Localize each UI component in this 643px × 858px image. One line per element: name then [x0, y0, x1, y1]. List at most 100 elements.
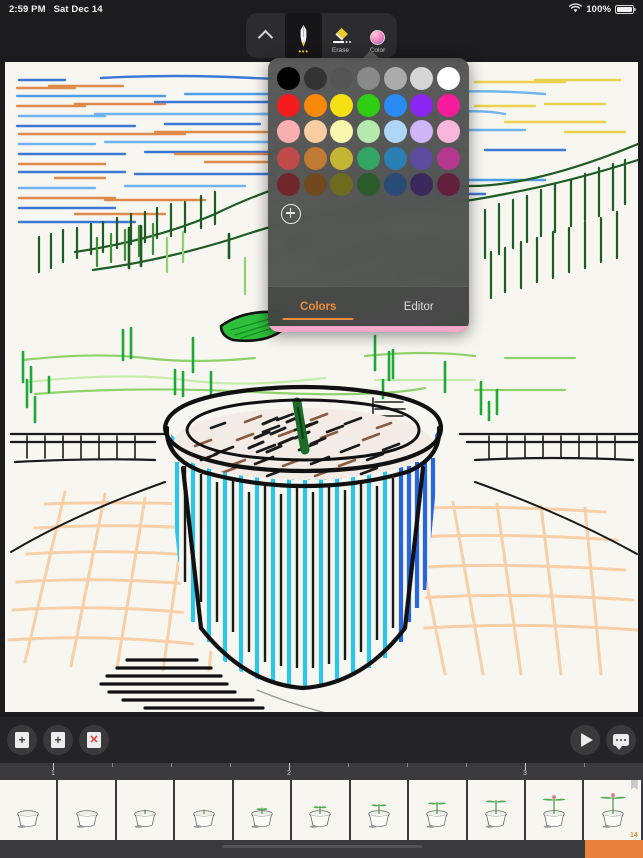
- color-swatch-grid: [268, 58, 469, 286]
- swatch-row: [277, 146, 460, 170]
- color-swatch[interactable]: [330, 146, 354, 170]
- color-swatch[interactable]: [436, 120, 460, 143]
- color-swatch[interactable]: [436, 93, 460, 117]
- status-date: Sat Dec 14: [53, 3, 103, 15]
- color-swatch[interactable]: [356, 120, 380, 143]
- color-swatch[interactable]: [410, 93, 434, 117]
- filmstrip-frame[interactable]: [409, 780, 468, 840]
- frame-toolbar: + + ✕: [0, 717, 643, 763]
- tool-pen[interactable]: •••: [285, 13, 322, 58]
- current-color-bar: [268, 326, 469, 332]
- tab-editor[interactable]: Editor: [369, 287, 470, 326]
- color-swatch[interactable]: [356, 93, 380, 117]
- page-plus-icon: +: [15, 732, 29, 748]
- swatch-row: [277, 93, 460, 117]
- duplicate-frame-button[interactable]: +: [43, 725, 73, 755]
- tab-colors[interactable]: Colors: [268, 287, 369, 326]
- color-swatch[interactable]: [330, 67, 354, 90]
- frame-thumbnail: [251, 807, 273, 828]
- filmstrip-frame[interactable]: [292, 780, 351, 840]
- frame-thumbnail: [485, 800, 507, 828]
- swatch-row: [277, 173, 460, 196]
- color-swatch[interactable]: [277, 67, 300, 90]
- swatch-row: [277, 120, 460, 143]
- color-swatch[interactable]: [356, 173, 380, 196]
- color-swatch[interactable]: [356, 146, 380, 170]
- delete-frame-button[interactable]: ✕: [79, 725, 109, 755]
- color-swatch[interactable]: [356, 67, 380, 90]
- add-color-row: [277, 200, 460, 224]
- color-swatch[interactable]: [330, 93, 354, 117]
- frame-thumbnail: [368, 803, 390, 828]
- color-swatch[interactable]: [303, 67, 327, 90]
- filmstrip-footer: [0, 840, 643, 858]
- filmstrip-frame[interactable]: [525, 780, 585, 840]
- tool-erase[interactable]: Erase: [322, 13, 359, 58]
- filmstrip-frame[interactable]: [467, 780, 526, 840]
- color-picker-popup: Colors Editor: [268, 58, 469, 332]
- pen-options-dots[interactable]: •••: [298, 48, 308, 56]
- play-triangle-icon: [580, 733, 593, 747]
- frame-number: 14: [630, 832, 638, 839]
- frame-thumbnail: [542, 795, 566, 828]
- filmstrip-frame[interactable]: 14: [584, 780, 643, 840]
- color-swatch[interactable]: [383, 93, 407, 117]
- color-swatch[interactable]: [410, 67, 434, 90]
- wifi-icon: [569, 2, 583, 16]
- color-swatch[interactable]: [277, 120, 300, 143]
- color-swatch[interactable]: [410, 146, 434, 170]
- color-swatch[interactable]: [383, 173, 407, 196]
- frame-thumbnail: [599, 793, 626, 828]
- color-swatch[interactable]: [436, 146, 460, 170]
- filmstrip-frame[interactable]: [116, 780, 176, 840]
- color-swatch[interactable]: [277, 93, 300, 117]
- color-swatch[interactable]: [436, 173, 460, 196]
- timeline-ruler[interactable]: 1 2 3: [0, 763, 643, 780]
- add-color-plus-icon[interactable]: [281, 203, 301, 224]
- filmstrip-frame[interactable]: [0, 780, 59, 840]
- color-swatch[interactable]: [436, 67, 460, 90]
- pen-nib-icon: [296, 21, 311, 48]
- filmstrip-frame[interactable]: [175, 780, 234, 840]
- color-swatch[interactable]: [330, 173, 354, 196]
- color-swatch[interactable]: [303, 120, 327, 143]
- color-swatch[interactable]: [330, 120, 354, 143]
- page-x-icon: ✕: [87, 732, 101, 748]
- collapse-toolbar-button[interactable]: [246, 13, 285, 58]
- filmstrip-frame[interactable]: [350, 780, 410, 840]
- more-options-button[interactable]: [606, 725, 636, 755]
- frame-filmstrip[interactable]: 14: [0, 780, 643, 840]
- app-root: 2:59 PM Sat Dec 14 100% ••• Erase Color …: [0, 0, 643, 858]
- status-bar-right: 100%: [569, 2, 636, 16]
- color-swatch[interactable]: [277, 146, 300, 170]
- pages-plus-icon: +: [47, 729, 65, 748]
- color-swatch[interactable]: [383, 120, 407, 143]
- battery-percent: 100%: [586, 3, 611, 15]
- color-swatch[interactable]: [383, 146, 407, 170]
- chevron-up-icon: [257, 29, 274, 45]
- speech-bubble-dots-icon: [613, 734, 629, 750]
- play-button[interactable]: [570, 725, 600, 755]
- add-frame-button[interactable]: +: [7, 725, 37, 755]
- filmstrip-frame[interactable]: [233, 780, 293, 840]
- filmstrip-frame[interactable]: [58, 780, 117, 840]
- tool-erase-label: Erase: [331, 47, 350, 54]
- status-time: 2:59 PM: [9, 3, 46, 15]
- color-swatch[interactable]: [410, 173, 434, 196]
- filmstrip-scrollbar[interactable]: [222, 845, 422, 848]
- ruler-label: 1: [51, 770, 55, 777]
- color-swatch[interactable]: [303, 173, 327, 196]
- ruler-label: 3: [523, 770, 527, 777]
- status-bar: 2:59 PM Sat Dec 14 100%: [0, 0, 643, 18]
- color-swatch-icon: [370, 20, 385, 47]
- frame-thumbnail: [309, 805, 332, 828]
- frame-thumbnail: [192, 809, 215, 828]
- status-bar-left: 2:59 PM Sat Dec 14: [9, 4, 103, 15]
- color-swatch[interactable]: [410, 120, 434, 143]
- ruler-label: 2: [287, 770, 291, 777]
- color-swatch[interactable]: [303, 146, 327, 170]
- color-swatch[interactable]: [303, 93, 327, 117]
- color-swatch[interactable]: [383, 67, 407, 90]
- popup-tab-bar: Colors Editor: [268, 286, 469, 326]
- color-swatch[interactable]: [277, 173, 300, 196]
